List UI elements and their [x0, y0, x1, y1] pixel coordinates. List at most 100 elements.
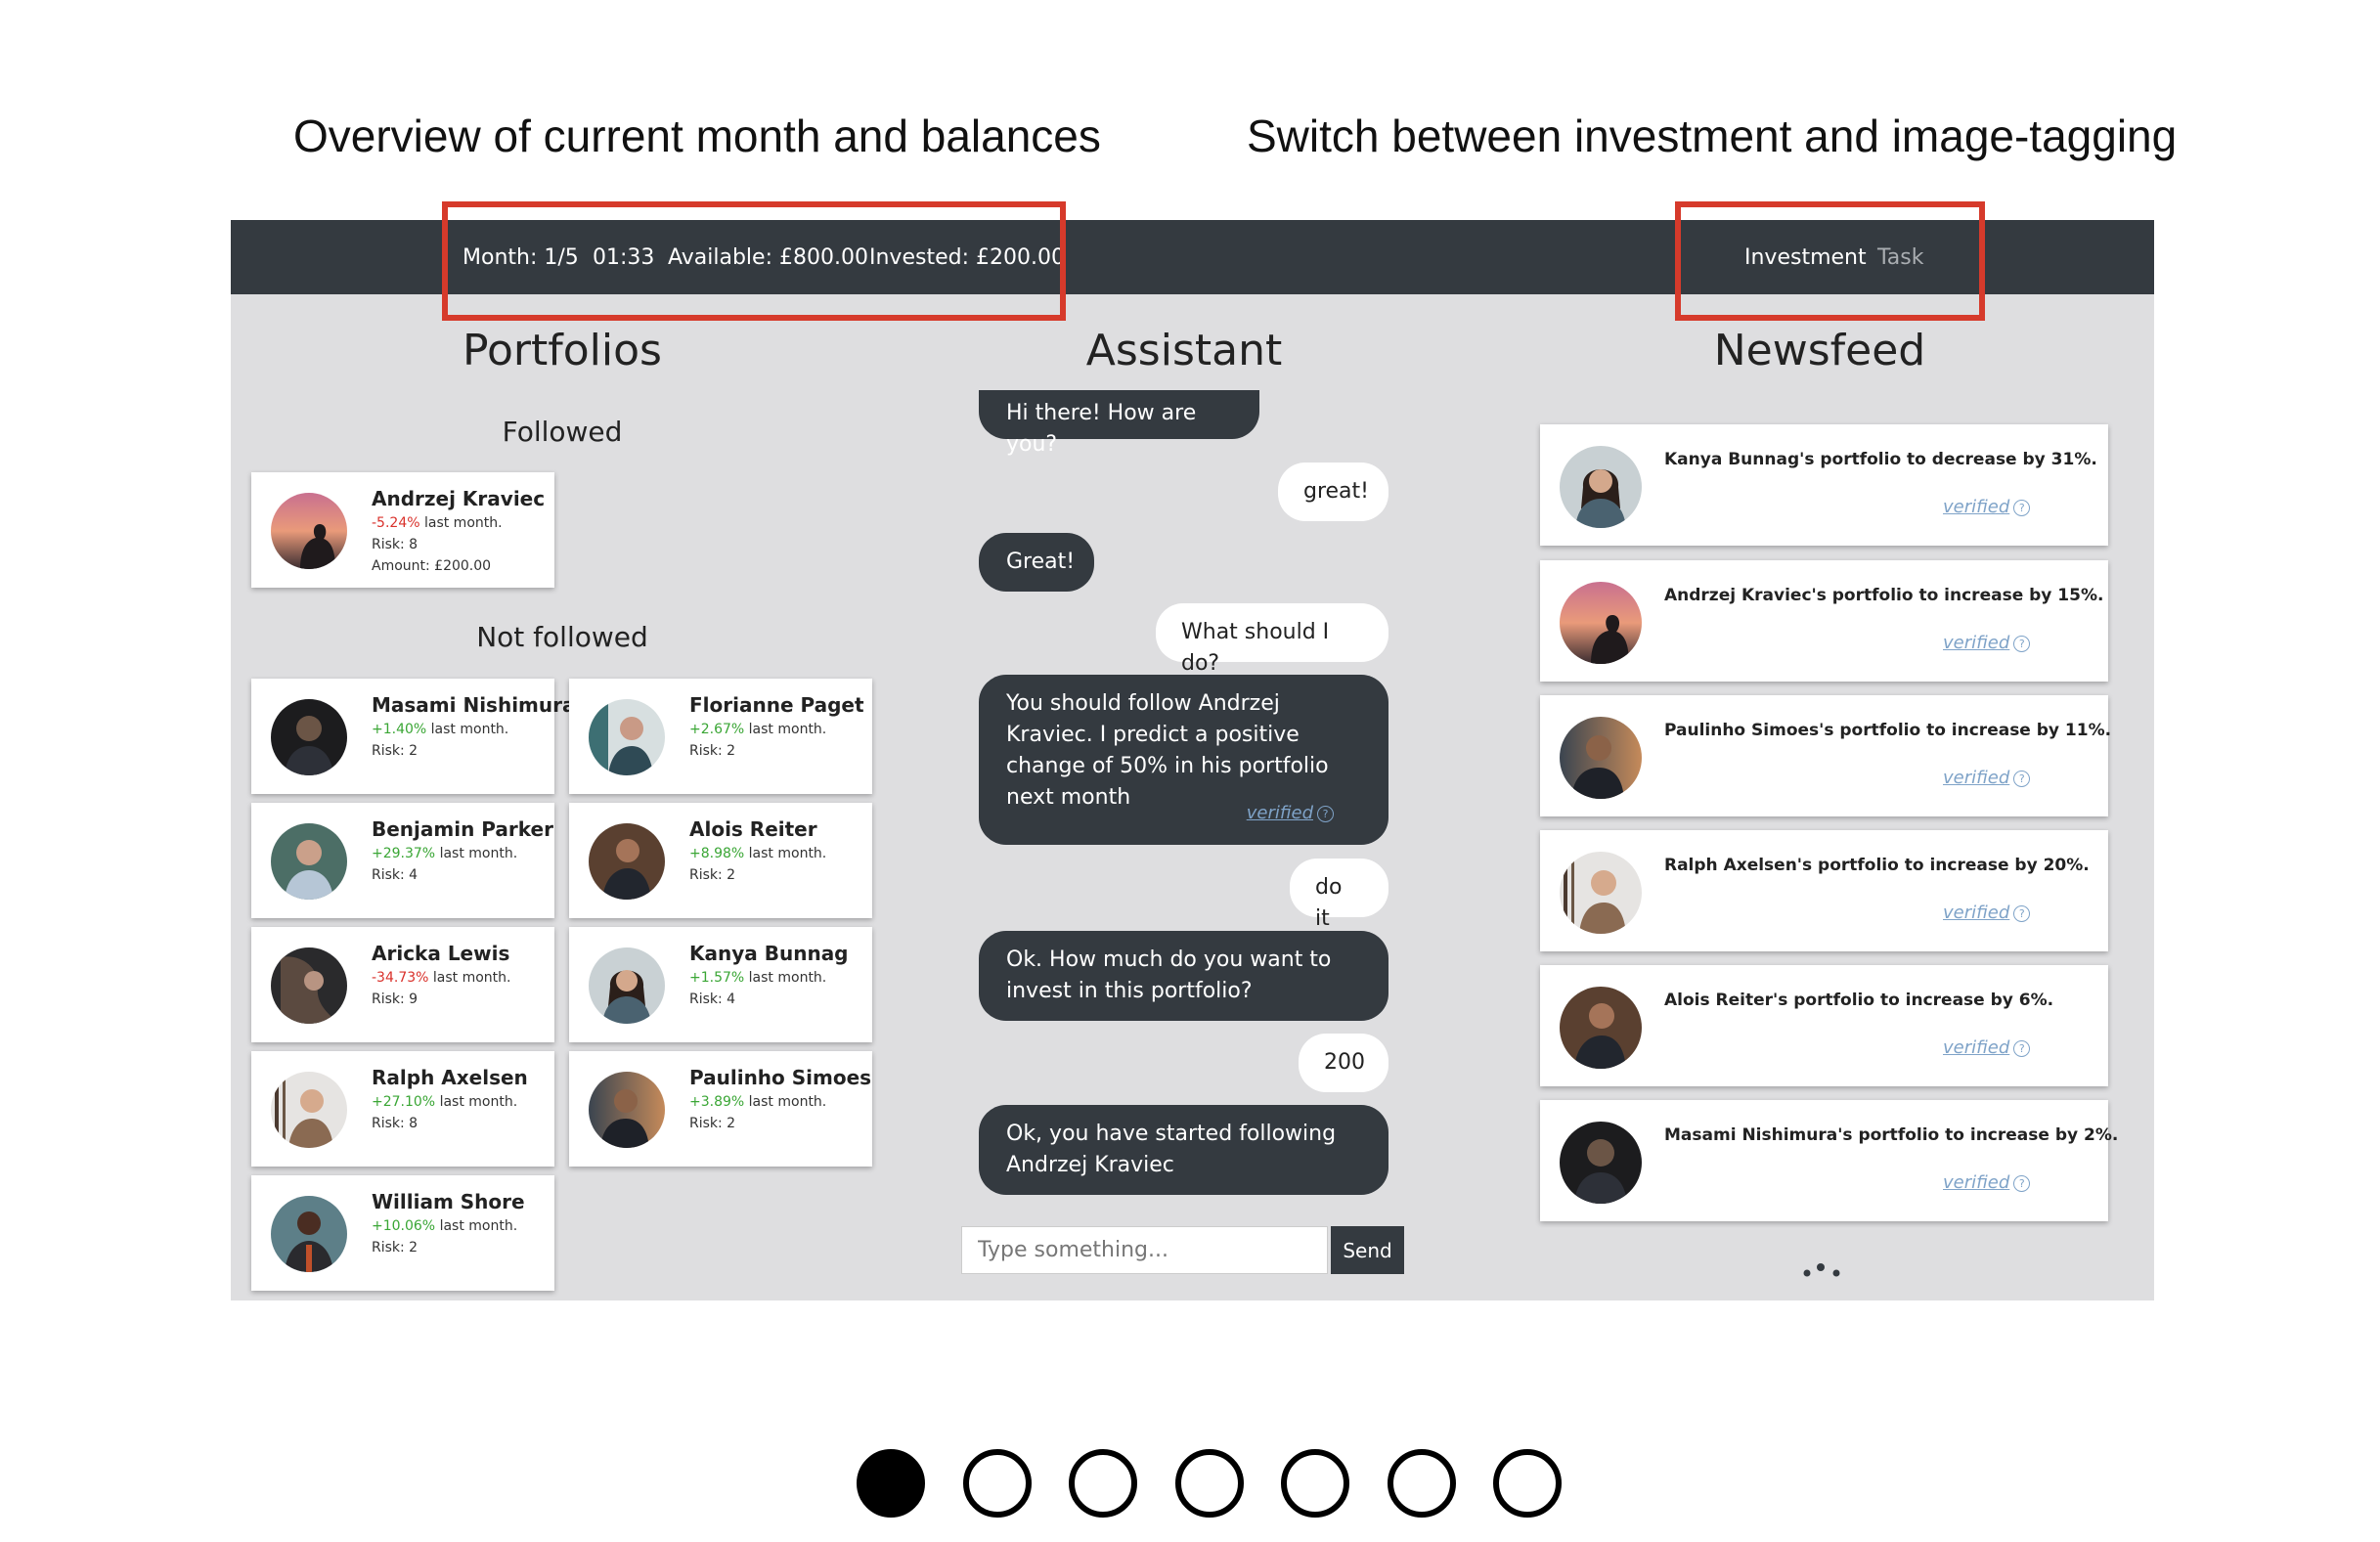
help-icon: ?: [2013, 1175, 2031, 1192]
news-item: Alois Reiter's portfolio to increase by …: [1540, 965, 2108, 1086]
portfolio-card[interactable]: William Shore +10.06% last month. Risk: …: [251, 1175, 554, 1291]
help-icon: ?: [2013, 500, 2031, 516]
verified-label: verified: [1943, 1037, 2010, 1058]
help-icon: ?: [2013, 905, 2031, 922]
portfolio-name: Aricka Lewis: [372, 942, 510, 965]
news-text: Alois Reiter's portfolio to increase by …: [1664, 991, 2054, 1010]
assistant-title: Assistant: [1085, 326, 1283, 375]
pager-dot-3[interactable]: [1069, 1449, 1137, 1518]
help-icon: ?: [2013, 771, 2031, 787]
verified-link[interactable]: verified?: [1247, 798, 1334, 829]
portfolio-change: +29.37% last month.: [372, 846, 517, 861]
portfolio-card[interactable]: Masami Nishimura +1.40% last month. Risk…: [251, 679, 576, 794]
portfolio-risk: Risk: 8: [372, 537, 419, 552]
change-value: +2.67%: [689, 722, 745, 737]
portfolio-change: +2.67% last month.: [689, 722, 826, 737]
verified-label: verified: [1943, 1172, 2010, 1193]
portfolio-name: Benjamin Parker: [372, 817, 553, 841]
change-suffix: last month.: [428, 970, 511, 986]
change-value: +29.37%: [372, 846, 436, 861]
avatar: [271, 1072, 347, 1148]
portfolio-risk: Risk: 4: [372, 867, 419, 883]
portfolio-card-followed[interactable]: Andrzej Kraviec -5.24% last month. Risk:…: [251, 472, 554, 588]
change-value: +27.10%: [372, 1094, 436, 1110]
portfolio-name: Andrzej Kraviec: [372, 487, 546, 510]
pager-dot-4[interactable]: [1175, 1449, 1244, 1518]
newsfeed-title: Newsfeed: [1713, 326, 1926, 375]
avatar: [271, 699, 347, 775]
change-value: +1.40%: [372, 722, 427, 737]
portfolio-change: -5.24% last month.: [372, 515, 503, 531]
portfolio-change: +1.40% last month.: [372, 722, 508, 737]
portfolio-card[interactable]: Benjamin Parker +29.37% last month. Risk…: [251, 803, 554, 918]
portfolio-risk: Risk: 2: [689, 743, 736, 759]
portfolios-title: Portfolios: [463, 326, 662, 375]
pager-dot-2[interactable]: [963, 1449, 1032, 1518]
pager-dot-1[interactable]: [857, 1449, 925, 1518]
caption-overview: Overview of current month and balances: [293, 110, 1101, 161]
help-icon: ?: [2013, 1040, 2031, 1057]
verified-link[interactable]: verified?: [1943, 633, 2031, 653]
avatar: [271, 1196, 347, 1272]
avatar: [1560, 1122, 1642, 1204]
news-item: Kanya Bunnag's portfolio to decrease by …: [1540, 424, 2108, 546]
news-item: Masami Nishimura's portfolio to increase…: [1540, 1100, 2118, 1221]
news-item: Andrzej Kraviec's portfolio to increase …: [1540, 560, 2108, 682]
avatar: [1560, 717, 1642, 799]
avatar: [1560, 582, 1642, 664]
news-text: Ralph Axelsen's portfolio to increase by…: [1664, 856, 2090, 875]
send-button[interactable]: Send: [1331, 1226, 1404, 1274]
pager-dot-6[interactable]: [1388, 1449, 1456, 1518]
change-suffix: last month.: [419, 515, 503, 531]
help-icon: ?: [2013, 636, 2031, 652]
portfolio-change: -34.73% last month.: [372, 970, 510, 986]
portfolio-card[interactable]: Alois Reiter +8.98% last month. Risk: 2: [569, 803, 872, 918]
avatar: [271, 823, 347, 900]
verified-link[interactable]: verified?: [1943, 1037, 2031, 1058]
chat-input[interactable]: [961, 1226, 1328, 1274]
change-value: +3.89%: [689, 1094, 745, 1110]
chat-message-bot: You should follow Andrzej Kraviec. I pre…: [979, 675, 1388, 845]
portfolio-card[interactable]: Kanya Bunnag +1.57% last month. Risk: 4: [569, 927, 872, 1042]
chat-message-user: 200: [1299, 1034, 1388, 1092]
portfolio-name: Paulinho Simoes: [689, 1066, 872, 1089]
change-value: +10.06%: [372, 1218, 436, 1234]
portfolio-risk: Risk: 9: [372, 991, 419, 1007]
portfolio-card[interactable]: Ralph Axelsen +27.10% last month. Risk: …: [251, 1051, 554, 1167]
portfolio-card[interactable]: Paulinho Simoes +3.89% last month. Risk:…: [569, 1051, 872, 1167]
news-text: Masami Nishimura's portfolio to increase…: [1664, 1125, 2119, 1145]
portfolio-change: +8.98% last month.: [689, 846, 826, 861]
change-suffix: last month.: [426, 722, 509, 737]
change-suffix: last month.: [435, 1218, 518, 1234]
avatar: [271, 493, 347, 569]
portfolio-change: +1.57% last month.: [689, 970, 826, 986]
news-item: Ralph Axelsen's portfolio to increase by…: [1540, 830, 2108, 951]
chat-message-bot: Ok. How much do you want to invest in th…: [979, 931, 1388, 1021]
change-suffix: last month.: [435, 846, 518, 861]
caption-switch: Switch between investment and image-tagg…: [1247, 110, 2178, 161]
change-value: -34.73%: [372, 970, 429, 986]
verified-label: verified: [1943, 768, 2010, 788]
verified-link[interactable]: verified?: [1943, 768, 2031, 788]
portfolio-risk: Risk: 2: [689, 867, 736, 883]
change-value: +1.57%: [689, 970, 745, 986]
portfolio-risk: Risk: 4: [689, 991, 736, 1007]
avatar: [1560, 987, 1642, 1069]
news-text: Paulinho Simoes's portfolio to increase …: [1664, 721, 2112, 740]
verified-link[interactable]: verified?: [1943, 497, 2031, 517]
portfolio-name: Alois Reiter: [689, 817, 817, 841]
portfolio-change: +10.06% last month.: [372, 1218, 517, 1234]
chat-message-bot: Great!: [979, 533, 1094, 592]
verified-link[interactable]: verified?: [1943, 1172, 2031, 1193]
change-value: -5.24%: [372, 515, 420, 531]
verified-label: verified: [1246, 803, 1313, 823]
portfolio-risk: Risk: 2: [372, 1240, 419, 1256]
portfolio-card[interactable]: Aricka Lewis -34.73% last month. Risk: 9: [251, 927, 554, 1042]
pager-dot-7[interactable]: [1493, 1449, 1562, 1518]
not-followed-title: Not followed: [476, 621, 648, 653]
verified-link[interactable]: verified?: [1943, 903, 2031, 923]
avatar: [589, 823, 665, 900]
change-suffix: last month.: [744, 1094, 827, 1110]
pager-dot-5[interactable]: [1281, 1449, 1349, 1518]
portfolio-card[interactable]: Florianne Paget +2.67% last month. Risk:…: [569, 679, 872, 794]
